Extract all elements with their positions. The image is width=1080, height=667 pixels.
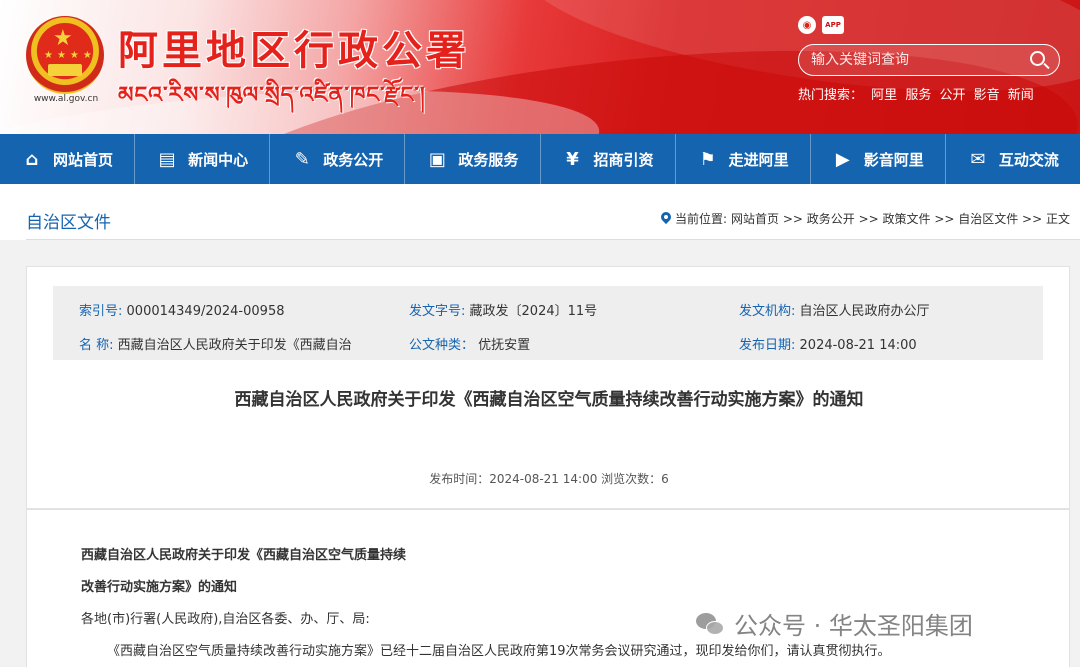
- meta-value: 2024-08-21 14:00: [799, 338, 917, 353]
- body-heading: 西藏自治区人民政府关于印发《西藏自治区空气质量持续: [81, 548, 407, 563]
- hot-search-term[interactable]: 服务: [905, 88, 931, 103]
- meta-doc-number: 发文字号: 藏政发〔2024〕11号: [409, 300, 709, 319]
- site-header: ★ ★★★★ www.al.gov.cn 阿里地区行政公署 མངའ་རིས་ས་…: [0, 0, 1080, 134]
- breadcrumb-path[interactable]: 网站首页 >> 政务公开 >> 政策文件 >> 自治区文件 >> 正文: [731, 210, 1070, 227]
- meta-index: 索引号: 000014349/2024-00958: [79, 300, 379, 319]
- body-heading: 改善行动实施方案》的通知: [81, 580, 238, 595]
- breadcrumb: 当前位置: 网站首页 >> 政务公开 >> 政策文件 >> 自治区文件 >> 正…: [658, 209, 1070, 227]
- nav-item-label: 招商引资: [593, 150, 654, 169]
- news-icon: ▤: [158, 148, 176, 170]
- nav-item-label: 影音阿里: [863, 150, 924, 169]
- publish-info: 发布时间：2024-08-21 14:00 浏览次数：6: [429, 472, 669, 486]
- meta-key: 发布日期:: [739, 338, 796, 353]
- nav-item-label: 网站首页: [53, 150, 114, 169]
- body-paragraph: 《西藏自治区空气质量持续改善行动实施方案》已经十二届自治区人民政府第19次常务会…: [107, 644, 891, 659]
- main-nav: ⌂ 网站首页 ▤ 新闻中心 ✎ 政务公开 ▣ 政务服务 ¥ 招商引资 ⚑ 走进阿…: [0, 134, 1080, 184]
- header-icons: ◉ APP: [798, 16, 844, 34]
- site-title[interactable]: 阿里地区行政公署: [118, 18, 470, 76]
- edit-icon: ✎: [294, 148, 310, 170]
- meta-key: 公文种类：: [409, 338, 475, 353]
- nav-item-about-ali[interactable]: ⚑ 走进阿里: [676, 134, 811, 184]
- meta-key: 发文字号:: [409, 304, 466, 319]
- home-icon: ⌂: [25, 148, 39, 170]
- search-icon[interactable]: [1027, 49, 1051, 73]
- section-title: 自治区文件: [26, 213, 111, 233]
- meta-key: 索引号:: [79, 304, 123, 319]
- location-pin-icon: [658, 209, 674, 226]
- nav-item-news[interactable]: ▤ 新闻中心: [135, 134, 271, 184]
- video-icon: ▶: [835, 148, 850, 170]
- meta-category: 公文种类： 优抚安置: [409, 334, 709, 353]
- search-box: [798, 44, 1060, 76]
- meta-key: 发文机构:: [739, 304, 796, 319]
- page: ★ ★★★★ www.al.gov.cn 阿里地区行政公署 མངའ་རིས་ས་…: [0, 0, 1080, 667]
- breadcrumb-bar: 自治区文件 当前位置: 网站首页 >> 政务公开 >> 政策文件 >> 自治区文…: [0, 184, 1080, 240]
- breadcrumb-prefix: 当前位置:: [674, 212, 728, 226]
- meta-value: 000014349/2024-00958: [126, 304, 285, 319]
- meta-publish-date: 发布日期: 2024-08-21 14:00: [739, 334, 1039, 353]
- search-input[interactable]: [811, 50, 1021, 70]
- meta-value: 西藏自治区人民政府关于印发《西藏自治: [117, 338, 352, 353]
- hot-search-label: 热门搜索：: [798, 88, 864, 103]
- watermark-text: 公众号 · 华太圣阳集团: [734, 612, 973, 640]
- chat-icon: ✉: [970, 148, 986, 170]
- weibo-icon[interactable]: ◉: [798, 16, 816, 34]
- document-body: 西藏自治区人民政府关于印发《西藏自治区空气质量持续 改善行动实施方案》的通知 各…: [26, 509, 1070, 667]
- document-info-card: 索引号: 000014349/2024-00958 发文字号: 藏政发〔2024…: [26, 266, 1070, 509]
- investment-icon: ¥: [566, 148, 579, 170]
- document-meta: 索引号: 000014349/2024-00958 发文字号: 藏政发〔2024…: [53, 286, 1043, 360]
- nav-item-label: 走进阿里: [728, 150, 789, 169]
- nav-item-home[interactable]: ⌂ 网站首页: [0, 134, 136, 184]
- watermark: 公众号 · 华太圣阳集团: [696, 606, 973, 641]
- meta-issuer: 发文机构: 自治区人民政府办公厅: [739, 300, 1039, 319]
- hot-search-term[interactable]: 阿里: [871, 88, 897, 103]
- wechat-icon: [696, 611, 726, 637]
- nav-item-label: 新闻中心: [188, 150, 249, 169]
- hot-search-term[interactable]: 公开: [939, 88, 965, 103]
- app-icon[interactable]: APP: [822, 16, 844, 34]
- meta-row: 索引号: 000014349/2024-00958 发文字号: 藏政发〔2024…: [53, 300, 1043, 320]
- meta-name: 名 称: 西藏自治区人民政府关于印发《西藏自治: [79, 334, 379, 353]
- national-emblem-icon[interactable]: ★ ★★★★: [26, 16, 104, 94]
- meta-key: 名 称:: [79, 338, 114, 353]
- nav-item-interaction[interactable]: ✉ 互动交流: [946, 134, 1080, 184]
- meta-value: 自治区人民政府办公厅: [799, 304, 930, 319]
- nav-item-label: 政务服务: [458, 150, 519, 169]
- nav-item-gov-service[interactable]: ▣ 政务服务: [405, 134, 541, 184]
- document-title: 西藏自治区人民政府关于印发《西藏自治区空气质量持续改善行动实施方案》的通知: [234, 390, 864, 410]
- hot-search: 热门搜索： 阿里 服务 公开 影音 新闻: [798, 84, 1038, 103]
- nav-item-label: 政务公开: [323, 150, 384, 169]
- meta-row: 名 称: 西藏自治区人民政府关于印发《西藏自治 公文种类： 优抚安置 发布日期:…: [53, 334, 1043, 354]
- meta-value: 优抚安置: [478, 338, 531, 353]
- hot-search-term[interactable]: 影音: [974, 88, 1000, 103]
- hot-search-term[interactable]: 新闻: [1008, 88, 1034, 103]
- nav-item-video[interactable]: ▶ 影音阿里: [811, 134, 946, 184]
- nav-item-investment[interactable]: ¥ 招商引资: [541, 134, 676, 184]
- nav-item-gov-affairs[interactable]: ✎ 政务公开: [270, 134, 406, 184]
- divider: [26, 239, 1080, 240]
- flag-icon: ⚑: [699, 148, 716, 170]
- body-addressee: 各地(市)行署(人民政府),自治区各委、办、厅、局:: [81, 612, 370, 627]
- emblem-url: www.al.gov.cn: [33, 94, 99, 104]
- meta-value: 藏政发〔2024〕11号: [469, 304, 598, 319]
- service-icon: ▣: [428, 148, 446, 170]
- nav-item-label: 互动交流: [998, 150, 1059, 169]
- site-subtitle-tibetan: མངའ་རིས་ས་ཁུལ་སྲིད་འཛིན་ཁང་རྫོང་།: [118, 83, 426, 108]
